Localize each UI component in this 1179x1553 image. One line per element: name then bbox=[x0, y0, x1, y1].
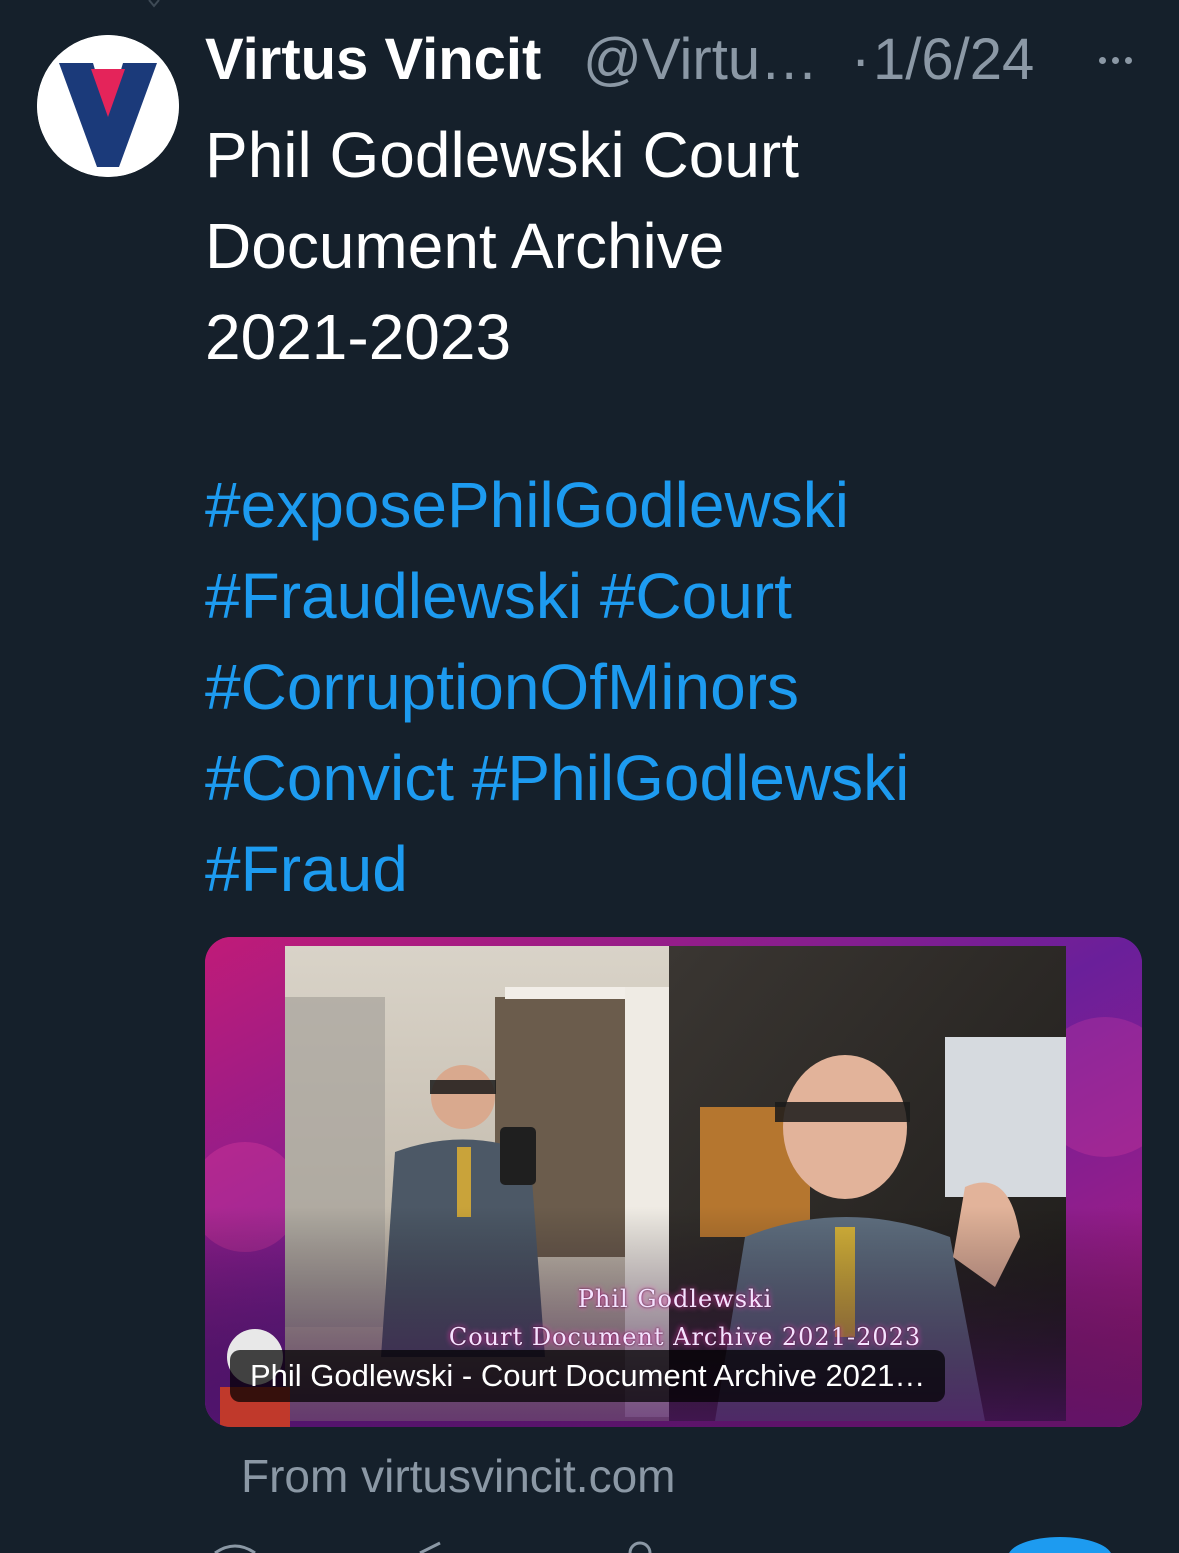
card-caption-subtitle: Court Document Archive 2021-2023 bbox=[448, 1323, 922, 1351]
like-icon bbox=[628, 1541, 652, 1553]
tweet-body: Phil Godlewski Court Document Archive 20… bbox=[205, 110, 1125, 383]
tweet[interactable]: Virtus Vincit @Virtu… · 1/6/24 Phil Godl… bbox=[0, 0, 1179, 1553]
author-display-name[interactable]: Virtus Vincit bbox=[205, 27, 541, 93]
card-source-link[interactable]: From virtusvincit.com bbox=[241, 1448, 675, 1504]
card-caption-title: Phil Godlewski bbox=[577, 1285, 773, 1313]
tweet-header: Virtus Vincit @Virtu… · 1/6/24 bbox=[205, 27, 1155, 97]
tweet-text-line: Document Archive bbox=[205, 210, 725, 282]
card-title[interactable]: Phil Godlewski - Court Document Archive … bbox=[230, 1350, 946, 1402]
link-card[interactable]: Phil Godlewski Court Document Archive 20… bbox=[205, 937, 1142, 1427]
hashtag-block: #exposePhilGodlewski #Fraudlewski #Court… bbox=[205, 460, 1145, 915]
author-handle[interactable]: @Virtu… bbox=[583, 27, 833, 93]
hashtag-link[interactable]: #Court bbox=[600, 560, 792, 632]
hashtag-line: #Fraudlewski #Court bbox=[205, 551, 1145, 642]
compose-icon bbox=[1009, 1537, 1111, 1553]
more-options-button[interactable] bbox=[1090, 35, 1140, 85]
retweet-icon bbox=[419, 1541, 441, 1553]
hashtag-link[interactable]: #PhilGodlewski bbox=[472, 742, 910, 814]
tweet-text-line: 2021-2023 bbox=[205, 301, 512, 373]
action-bar-partial bbox=[214, 1537, 1111, 1553]
hashtag-line: #exposePhilGodlewski bbox=[205, 460, 1145, 551]
reply-icon bbox=[214, 1544, 256, 1553]
virtus-vincit-logo-icon bbox=[37, 35, 179, 177]
header-separator: · bbox=[851, 27, 871, 92]
hashtag-link[interactable]: #Fraudlewski bbox=[205, 560, 582, 632]
tweet-date[interactable]: 1/6/24 bbox=[873, 27, 1034, 93]
hashtag-link[interactable]: #exposePhilGodlewski bbox=[205, 469, 849, 541]
thread-connector-icon bbox=[148, 0, 160, 8]
more-horizontal-icon bbox=[1098, 56, 1106, 64]
hashtag-line: #CorruptionOfMinors bbox=[205, 642, 1145, 733]
avatar[interactable] bbox=[37, 35, 179, 177]
hashtag-line: #Convict #PhilGodlewski bbox=[205, 733, 1145, 824]
hashtag-link[interactable]: #CorruptionOfMinors bbox=[205, 651, 799, 723]
hashtag-link[interactable]: #Fraud bbox=[205, 833, 408, 905]
hashtag-link[interactable]: #Convict bbox=[205, 742, 454, 814]
tweet-text-line: Phil Godlewski Court bbox=[205, 119, 799, 191]
hashtag-line: #Fraud bbox=[205, 824, 1145, 915]
